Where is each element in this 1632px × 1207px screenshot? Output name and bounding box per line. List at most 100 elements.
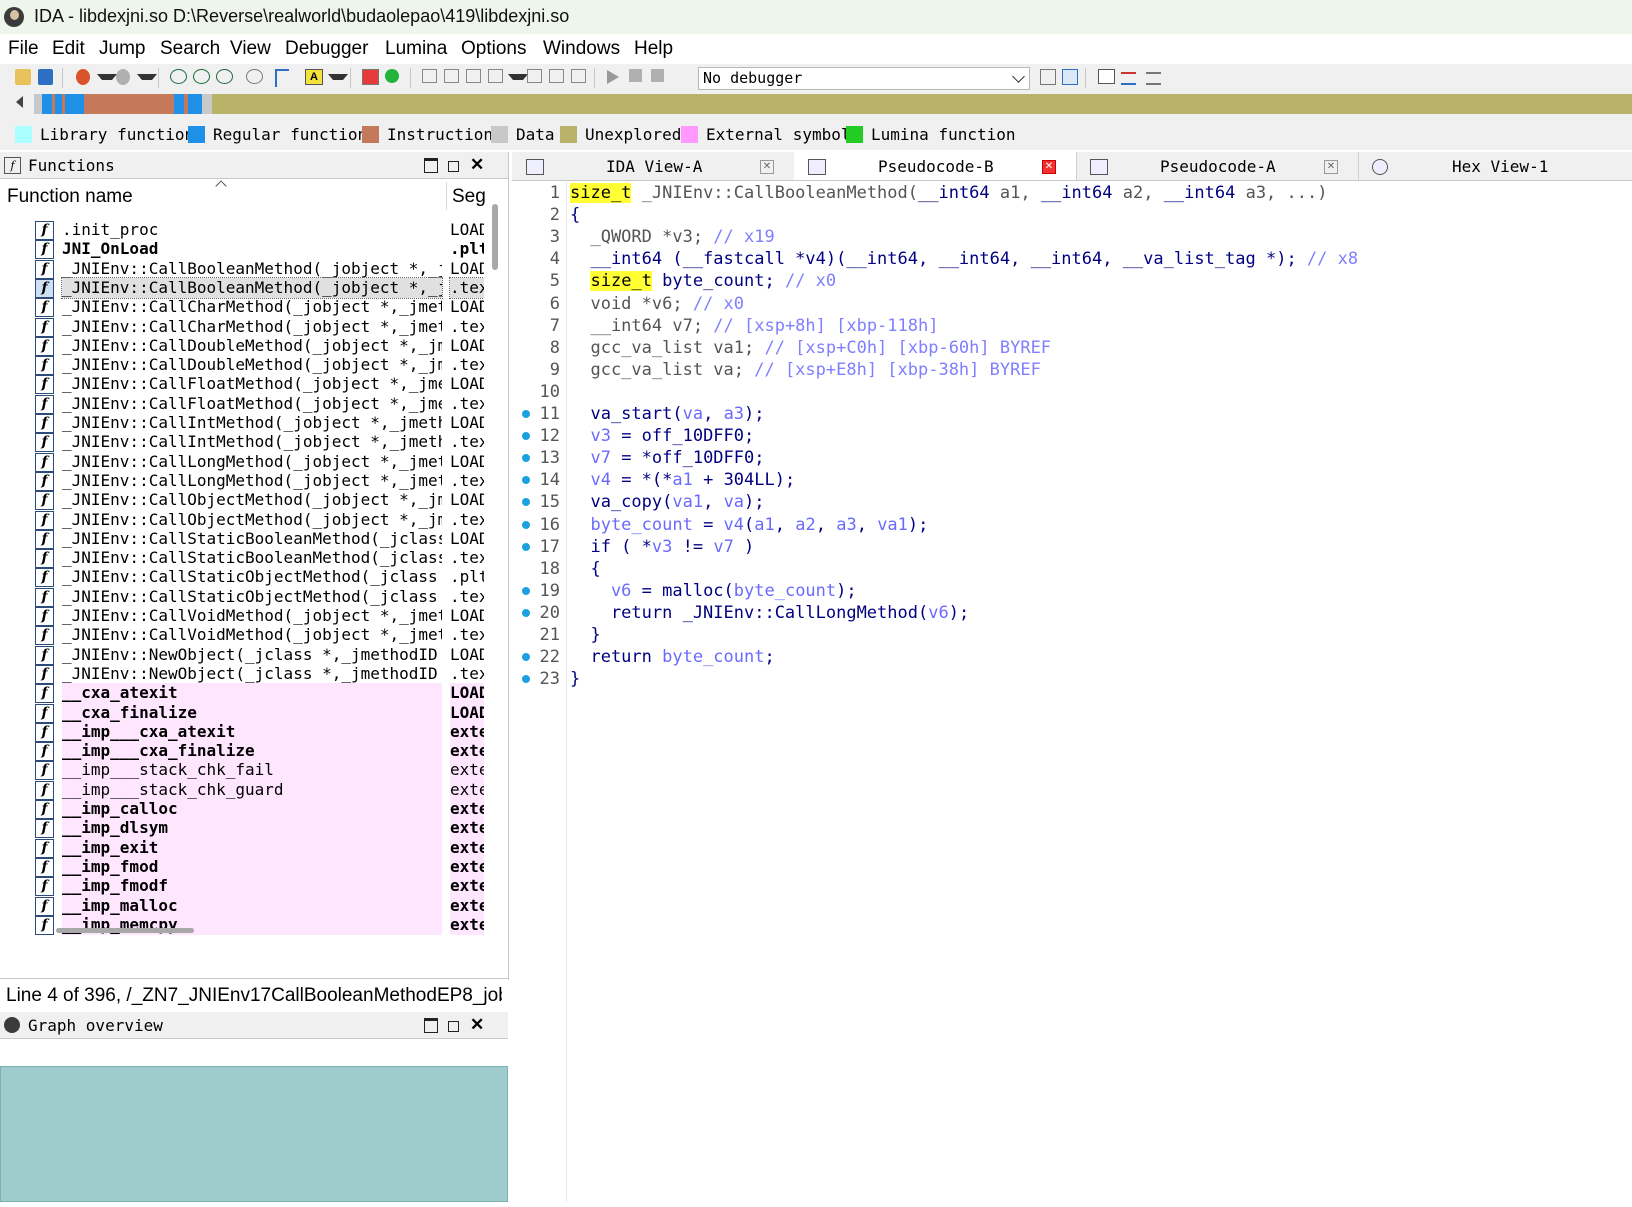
enum-icon[interactable] — [466, 69, 481, 83]
tab-close-icon[interactable]: ✕ — [1042, 160, 1056, 174]
functions-list[interactable]: f .init_proc LOAD f JNI_OnLoad .plt f _JNIEnv::… — [0, 220, 484, 952]
function-row[interactable]: f _JNIEnv::CallStaticBooleanMethod(_jclas… — [0, 548, 484, 569]
code-line[interactable]: 10 — [512, 381, 1632, 403]
code-line[interactable]: 18 { — [512, 558, 1632, 580]
function-row[interactable]: f __cxa_atexit LOAD — [0, 683, 484, 704]
menu-lumina[interactable]: Lumina — [385, 38, 447, 60]
function-row[interactable]: f __imp___cxa_finalize extern — [0, 741, 484, 762]
function-row[interactable]: f _JNIEnv::CallCharMethod(_jobject *,_jme… — [0, 297, 484, 318]
code-line[interactable]: 14 v4 = *(*a1 + 304LL); — [512, 469, 1632, 491]
code-line[interactable]: 12 v3 = off_10DFF0; — [512, 425, 1632, 447]
stop-icon[interactable] — [651, 69, 664, 82]
function-row[interactable]: f JNI_OnLoad .plt — [0, 239, 484, 260]
pseudocode-editor[interactable]: 1 size_t _JNIEnv::CallBooleanMethod(__int… — [512, 182, 1632, 1202]
column-function-name[interactable]: Function name — [7, 186, 133, 208]
breakpoint-icon[interactable] — [362, 69, 379, 85]
tab-close-icon[interactable]: ✕ — [760, 160, 774, 174]
restore-icon[interactable] — [448, 1021, 459, 1032]
code-line[interactable]: 16 byte_count = v4(a1, a2, a3, va1); — [512, 514, 1632, 536]
function-row[interactable]: f _JNIEnv::CallLongMethod(_jobject *,_jme… — [0, 471, 484, 491]
function-row[interactable]: f _JNIEnv::CallIntMethod(_jobject *,_jmet… — [0, 413, 484, 433]
code-line[interactable]: 20 return _JNIEnv::CallLongMethod(v6); — [512, 602, 1632, 624]
debugger-select[interactable]: No debugger — [698, 67, 1030, 90]
function-row[interactable]: f _JNIEnv::CallVoidMethod(_jobject *,_jme… — [0, 625, 484, 646]
code-line[interactable]: 19 v6 = malloc(byte_count); — [512, 580, 1632, 602]
code-line[interactable]: 4 __int64 (__fastcall *v4)(__int64, __in… — [512, 248, 1632, 270]
function-row[interactable]: f .init_proc LOAD — [0, 220, 484, 240]
code-line[interactable]: 2{ — [512, 204, 1632, 226]
functions-vertical-scrollbar[interactable] — [492, 204, 498, 270]
function-row[interactable]: f _JNIEnv::CallBooleanMethod(_jobject *,_… — [0, 276, 484, 299]
code-line[interactable]: 3 _QWORD *v3; // x19 — [512, 226, 1632, 248]
code-line[interactable]: 15 va_copy(va1, va); — [512, 491, 1632, 513]
square-icon[interactable] — [527, 69, 542, 83]
code-line[interactable]: 21 } — [512, 624, 1632, 646]
chevron-down-icon[interactable] — [328, 74, 348, 80]
code-line[interactable]: 13 v7 = *off_10DFF0; — [512, 447, 1632, 469]
close-icon[interactable]: ✕ — [470, 1016, 484, 1033]
names-icon[interactable] — [488, 69, 503, 83]
graph-overview-canvas[interactable] — [0, 1066, 508, 1202]
start-process-icon[interactable] — [607, 70, 619, 84]
restore-icon[interactable] — [448, 161, 459, 172]
column-segment[interactable]: Seg — [452, 186, 486, 208]
tab-hex-view-1[interactable]: Hex View-1 — [1358, 152, 1632, 180]
function-row[interactable]: f _JNIEnv::CallIntMethod(_jobject *,_jmet… — [0, 432, 484, 453]
open-folder-icon[interactable] — [15, 69, 31, 85]
tab-pseudocode-b[interactable]: Pseudocode-B ✕ — [794, 152, 1077, 180]
graph-view-icon[interactable] — [170, 69, 187, 84]
function-row[interactable]: f _JNIEnv::NewObject(_jclass *,_jmethodID… — [0, 645, 484, 665]
code-line[interactable]: 5 size_t byte_count; // x0 — [512, 270, 1632, 292]
function-row[interactable]: f __imp_calloc extern — [0, 799, 484, 819]
code-line[interactable]: 6 void *v6; // x0 — [512, 293, 1632, 315]
maximize-icon[interactable] — [424, 1018, 438, 1033]
function-row[interactable]: f __imp_fmodf extern — [0, 876, 484, 897]
script-icon[interactable] — [571, 69, 586, 83]
struct-icon[interactable] — [444, 69, 459, 83]
code-line[interactable]: 9 gcc_va_list va; // [xsp+E8h] [xbp-38h]… — [512, 359, 1632, 381]
function-row[interactable]: f _JNIEnv::CallBooleanMethod(_jobject *,_… — [0, 259, 484, 279]
functions-horizontal-scrollbar[interactable] — [56, 928, 194, 933]
jump-up-icon[interactable] — [275, 69, 289, 87]
text-view-icon[interactable] — [193, 69, 210, 84]
function-row[interactable]: f _JNIEnv::CallStaticBooleanMethod(_jclas… — [0, 529, 484, 549]
string-a-icon[interactable]: A — [305, 69, 323, 85]
tab-pseudocode-a[interactable]: Pseudocode-A ✕ — [1076, 152, 1359, 180]
code-line[interactable]: 17 if ( *v3 != v7 ) — [512, 536, 1632, 558]
decompile-icon[interactable] — [1062, 69, 1078, 85]
function-row[interactable]: f __imp_dlsym extern — [0, 818, 484, 839]
function-row[interactable]: f _JNIEnv::CallDoubleMethod(_jobject *,_j… — [0, 355, 484, 376]
function-row[interactable]: f __imp___stack_chk_guard extern — [0, 779, 484, 800]
chevron-down-icon[interactable] — [137, 74, 157, 80]
function-row[interactable]: f _JNIEnv::CallCharMethod(_jobject *,_jme… — [0, 317, 484, 337]
function-row[interactable]: f __imp___stack_chk_fail extern — [0, 760, 484, 781]
list-icon[interactable] — [1098, 69, 1115, 84]
function-row[interactable]: f __imp___cxa_atexit extern — [0, 721, 484, 742]
code-line[interactable]: 23} — [512, 668, 1632, 690]
code-line[interactable]: 1 size_t _JNIEnv::CallBooleanMethod(__int… — [512, 182, 1632, 204]
chevron-down-icon[interactable] — [97, 74, 117, 80]
nav-left-arrow-icon[interactable] — [16, 96, 23, 108]
function-row[interactable]: f __cxa_finalize LOAD — [0, 702, 484, 723]
flow-icon[interactable] — [1121, 72, 1136, 85]
menu-search[interactable]: Search — [160, 38, 220, 60]
pause-icon[interactable] — [629, 69, 642, 82]
chevron-down-icon[interactable] — [508, 74, 528, 80]
function-row[interactable]: f _JNIEnv::CallObjectMethod(_jobject *,_j… — [0, 490, 484, 511]
function-row[interactable]: f __imp_exit extern — [0, 837, 484, 858]
xrefs-icon[interactable] — [1146, 72, 1161, 85]
navigation-strip[interactable] — [34, 94, 1632, 114]
proximity-view-icon[interactable] — [216, 69, 233, 84]
segment-icon[interactable] — [422, 69, 437, 83]
function-row[interactable]: f _JNIEnv::CallDoubleMethod(_jobject *,_j… — [0, 336, 484, 356]
menu-debugger[interactable]: Debugger — [285, 38, 368, 60]
function-row[interactable]: f __imp_malloc extern — [0, 895, 484, 916]
menu-help[interactable]: Help — [634, 38, 673, 60]
menu-edit[interactable]: Edit — [52, 38, 85, 60]
menu-view[interactable]: View — [230, 38, 271, 60]
menu-jump[interactable]: Jump — [99, 38, 145, 60]
run-green-icon[interactable] — [385, 69, 399, 83]
code-line[interactable]: 8 gcc_va_list va1; // [xsp+C0h] [xbp-60h… — [512, 337, 1632, 359]
menu-windows[interactable]: Windows — [543, 38, 620, 60]
function-row[interactable]: f _JNIEnv::CallFloatMethod(_jobject *,_jm… — [0, 374, 484, 395]
